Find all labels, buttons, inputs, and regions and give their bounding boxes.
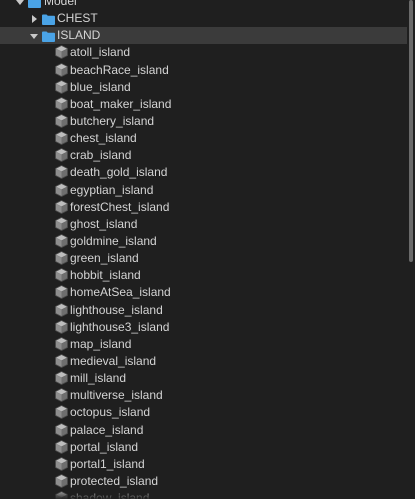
tree-row-item[interactable]: mill_island	[0, 370, 407, 387]
tree-label: CHEST	[57, 11, 98, 26]
expand-arrow-icon[interactable]	[29, 27, 39, 44]
tree-label: death_gold_island	[70, 165, 168, 180]
expand-arrow-icon[interactable]	[15, 0, 25, 10]
tree-label: forestChest_island	[70, 199, 170, 214]
tree-row-item[interactable]: boat_maker_island	[0, 96, 407, 113]
model-cube-icon	[55, 388, 68, 403]
model-cube-icon	[55, 473, 68, 488]
tree-row-chest[interactable]: CHEST	[0, 10, 407, 27]
tree-row-item[interactable]: medieval_island	[0, 353, 407, 370]
tree-row-item[interactable]: death_gold_island	[0, 164, 407, 181]
model-cube-icon	[55, 62, 68, 77]
model-cube-icon	[55, 199, 68, 214]
tree-row-item[interactable]: portal_island	[0, 439, 407, 456]
tree-label: atoll_island	[70, 45, 131, 60]
tree-row-item[interactable]: chest_island	[0, 130, 407, 147]
tree-row-item[interactable]: goldmine_island	[0, 233, 407, 250]
model-cube-icon	[55, 148, 68, 163]
model-cube-icon	[55, 234, 68, 248]
tree-label: medieval_island	[70, 353, 157, 368]
tree-row-item[interactable]: palace_island	[0, 422, 407, 439]
model-cube-icon	[55, 371, 68, 386]
model-cube-icon	[55, 405, 68, 420]
tree-label: map_island	[70, 336, 132, 351]
model-cube-icon	[55, 131, 68, 146]
tree-row-item[interactable]: crab_island	[0, 147, 407, 164]
tree-label: portal1_island	[70, 456, 145, 471]
tree-label: octopus_island	[70, 405, 151, 420]
tree-row-item[interactable]: lighthouse3_island	[0, 319, 407, 336]
tree-row-item[interactable]: map_island	[0, 336, 407, 353]
tree-label: beachRace_island	[70, 62, 169, 77]
tree-row-item[interactable]: multiverse_island	[0, 387, 407, 404]
tree-row-item[interactable]: green_island	[0, 250, 407, 267]
tree-label: green_island	[70, 251, 139, 266]
model-cube-icon	[55, 251, 68, 266]
tree-row-item[interactable]: forestChest_island	[0, 199, 407, 216]
tree-row-item[interactable]: blue_island	[0, 79, 407, 96]
model-cube-icon	[55, 96, 68, 111]
model-cube-icon	[55, 114, 68, 128]
tree-label: hobbit_island	[70, 268, 141, 283]
island-items-list: atoll_island beachRace_island blue_islandb…	[0, 44, 407, 499]
model-cube-icon	[55, 268, 68, 283]
tree-row-item[interactable]: hobbit_island	[0, 267, 407, 284]
tree-label: multiverse_island	[70, 388, 163, 403]
tree-row-item[interactable]: lighthouse_island	[0, 302, 407, 319]
model-cube-icon	[55, 439, 68, 454]
tree-row-item[interactable]: atoll_island	[0, 44, 407, 61]
vertical-scrollbar[interactable]	[408, 0, 414, 499]
model-cube-icon	[55, 491, 68, 499]
model-cube-icon	[55, 422, 68, 437]
tree-row-item[interactable]: homeAtSea_island	[0, 284, 407, 301]
collapsed-arrow-icon[interactable]	[29, 10, 39, 27]
tree-label: ISLAND	[57, 28, 101, 43]
tree-label: mill_island	[70, 371, 127, 386]
model-cube-icon	[55, 165, 68, 180]
tree-label: shadow_island	[70, 491, 150, 499]
tree-label: Model	[44, 0, 77, 8]
tree-label: lighthouse3_island	[70, 319, 170, 334]
model-cube-icon	[55, 302, 68, 317]
tree-row-item[interactable]: shadow_island	[0, 490, 407, 499]
tree-row-item[interactable]: egyptian_island	[0, 182, 407, 199]
tree-label: goldmine_island	[70, 233, 157, 248]
tree-row-item[interactable]: portal1_island	[0, 456, 407, 473]
model-cube-icon	[55, 354, 68, 368]
tree-label: boat_maker_island	[70, 96, 172, 111]
model-cube-icon	[55, 79, 68, 94]
tree-label: crab_island	[70, 148, 132, 163]
tree-label: portal_island	[70, 439, 139, 454]
tree-label: homeAtSea_island	[70, 285, 171, 300]
scrollbar-thumb[interactable]	[409, 0, 413, 262]
tree-row-item[interactable]: beachRace_island	[0, 62, 407, 79]
tree-label: palace_island	[70, 422, 144, 437]
tree-row-item[interactable]: octopus_island	[0, 404, 407, 421]
tree-label: egyptian_island	[70, 182, 154, 197]
tree-row-item[interactable]: ghost_island	[0, 216, 407, 233]
tree-label: butchery_island	[70, 113, 155, 128]
model-cube-icon	[55, 336, 68, 351]
model-cube-icon	[55, 45, 68, 60]
model-cube-icon	[55, 285, 68, 300]
hierarchy-tree: Model CHEST ISLAND atoll_island beachRace…	[0, 0, 407, 499]
tree-row-model[interactable]: Model	[0, 0, 407, 10]
tree-row-item[interactable]: protected_island	[0, 473, 407, 490]
tree-row-island[interactable]: ISLAND	[0, 27, 407, 45]
folder-icon	[42, 30, 55, 43]
tree-label: lighthouse_island	[70, 302, 163, 317]
folder-icon	[42, 13, 55, 26]
tree-label: protected_island	[70, 473, 159, 488]
model-cube-icon	[55, 319, 68, 334]
model-cube-icon	[55, 182, 68, 197]
tree-row-item[interactable]: butchery_island	[0, 113, 407, 130]
tree-label: blue_island	[70, 79, 131, 94]
tree-label: chest_island	[70, 131, 137, 146]
folder-icon	[28, 0, 41, 8]
model-cube-icon	[55, 216, 68, 231]
model-cube-icon	[55, 456, 68, 471]
tree-label: ghost_island	[70, 216, 138, 231]
